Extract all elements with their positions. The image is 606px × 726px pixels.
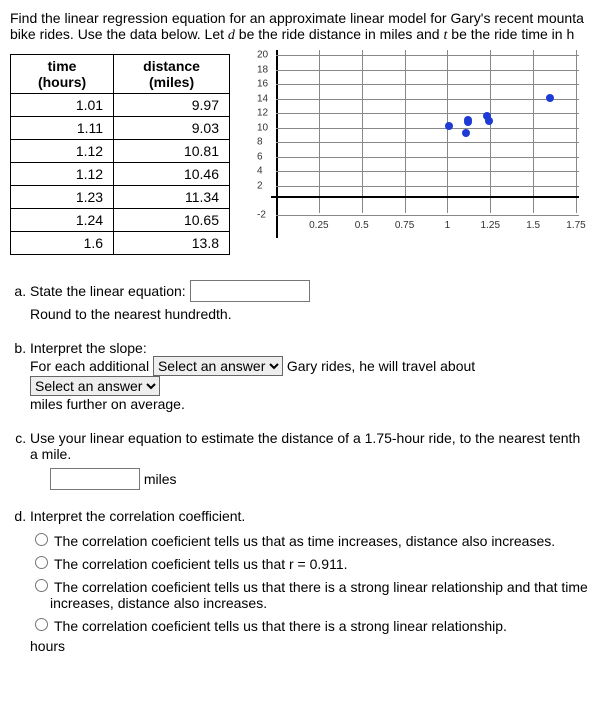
radio-option[interactable]: The correlation coeficient tells us that… xyxy=(50,553,596,572)
radio-input[interactable] xyxy=(35,618,48,631)
table-row: 1.613.8 xyxy=(11,232,230,255)
data-point xyxy=(445,122,453,130)
table-row: 1.2311.34 xyxy=(11,186,230,209)
radio-option[interactable]: The correlation coeficient tells us that… xyxy=(50,615,596,634)
question-d: Interpret the correlation coefficient. T… xyxy=(30,508,596,654)
problem-statement: Find the linear regression equation for … xyxy=(10,10,596,44)
data-point xyxy=(546,94,554,102)
data-table: time (hours) distance (miles) 1.019.971.… xyxy=(10,54,230,255)
radio-input[interactable] xyxy=(35,556,48,569)
table-row: 1.019.97 xyxy=(11,94,230,117)
col-distance-header: distance (miles) xyxy=(114,55,230,94)
radio-option[interactable]: The correlation coeficient tells us that… xyxy=(50,576,596,611)
scatter-plot: -224681012141618200.250.50.7511.251.51.7… xyxy=(250,54,590,244)
radio-option[interactable]: The correlation coeficient tells us that… xyxy=(50,530,596,549)
question-a: State the linear equation: Round to the … xyxy=(30,280,596,322)
table-row: 1.2410.65 xyxy=(11,209,230,232)
question-c: Use your linear equation to estimate the… xyxy=(30,430,596,490)
question-b: Interpret the slope: For each additional… xyxy=(30,340,596,412)
table-row: 1.1210.81 xyxy=(11,140,230,163)
radio-input[interactable] xyxy=(35,579,48,592)
col-time-header: time (hours) xyxy=(11,55,114,94)
data-point xyxy=(462,129,470,137)
linear-equation-input[interactable] xyxy=(190,280,310,302)
distance-estimate-input[interactable] xyxy=(50,468,140,490)
data-point xyxy=(464,118,472,126)
data-point xyxy=(485,117,493,125)
slope-unit-select[interactable]: Select an answer xyxy=(153,356,283,376)
radio-input[interactable] xyxy=(35,533,48,546)
table-row: 1.119.03 xyxy=(11,117,230,140)
slope-value-select[interactable]: Select an answer xyxy=(30,376,160,396)
table-row: 1.1210.46 xyxy=(11,163,230,186)
